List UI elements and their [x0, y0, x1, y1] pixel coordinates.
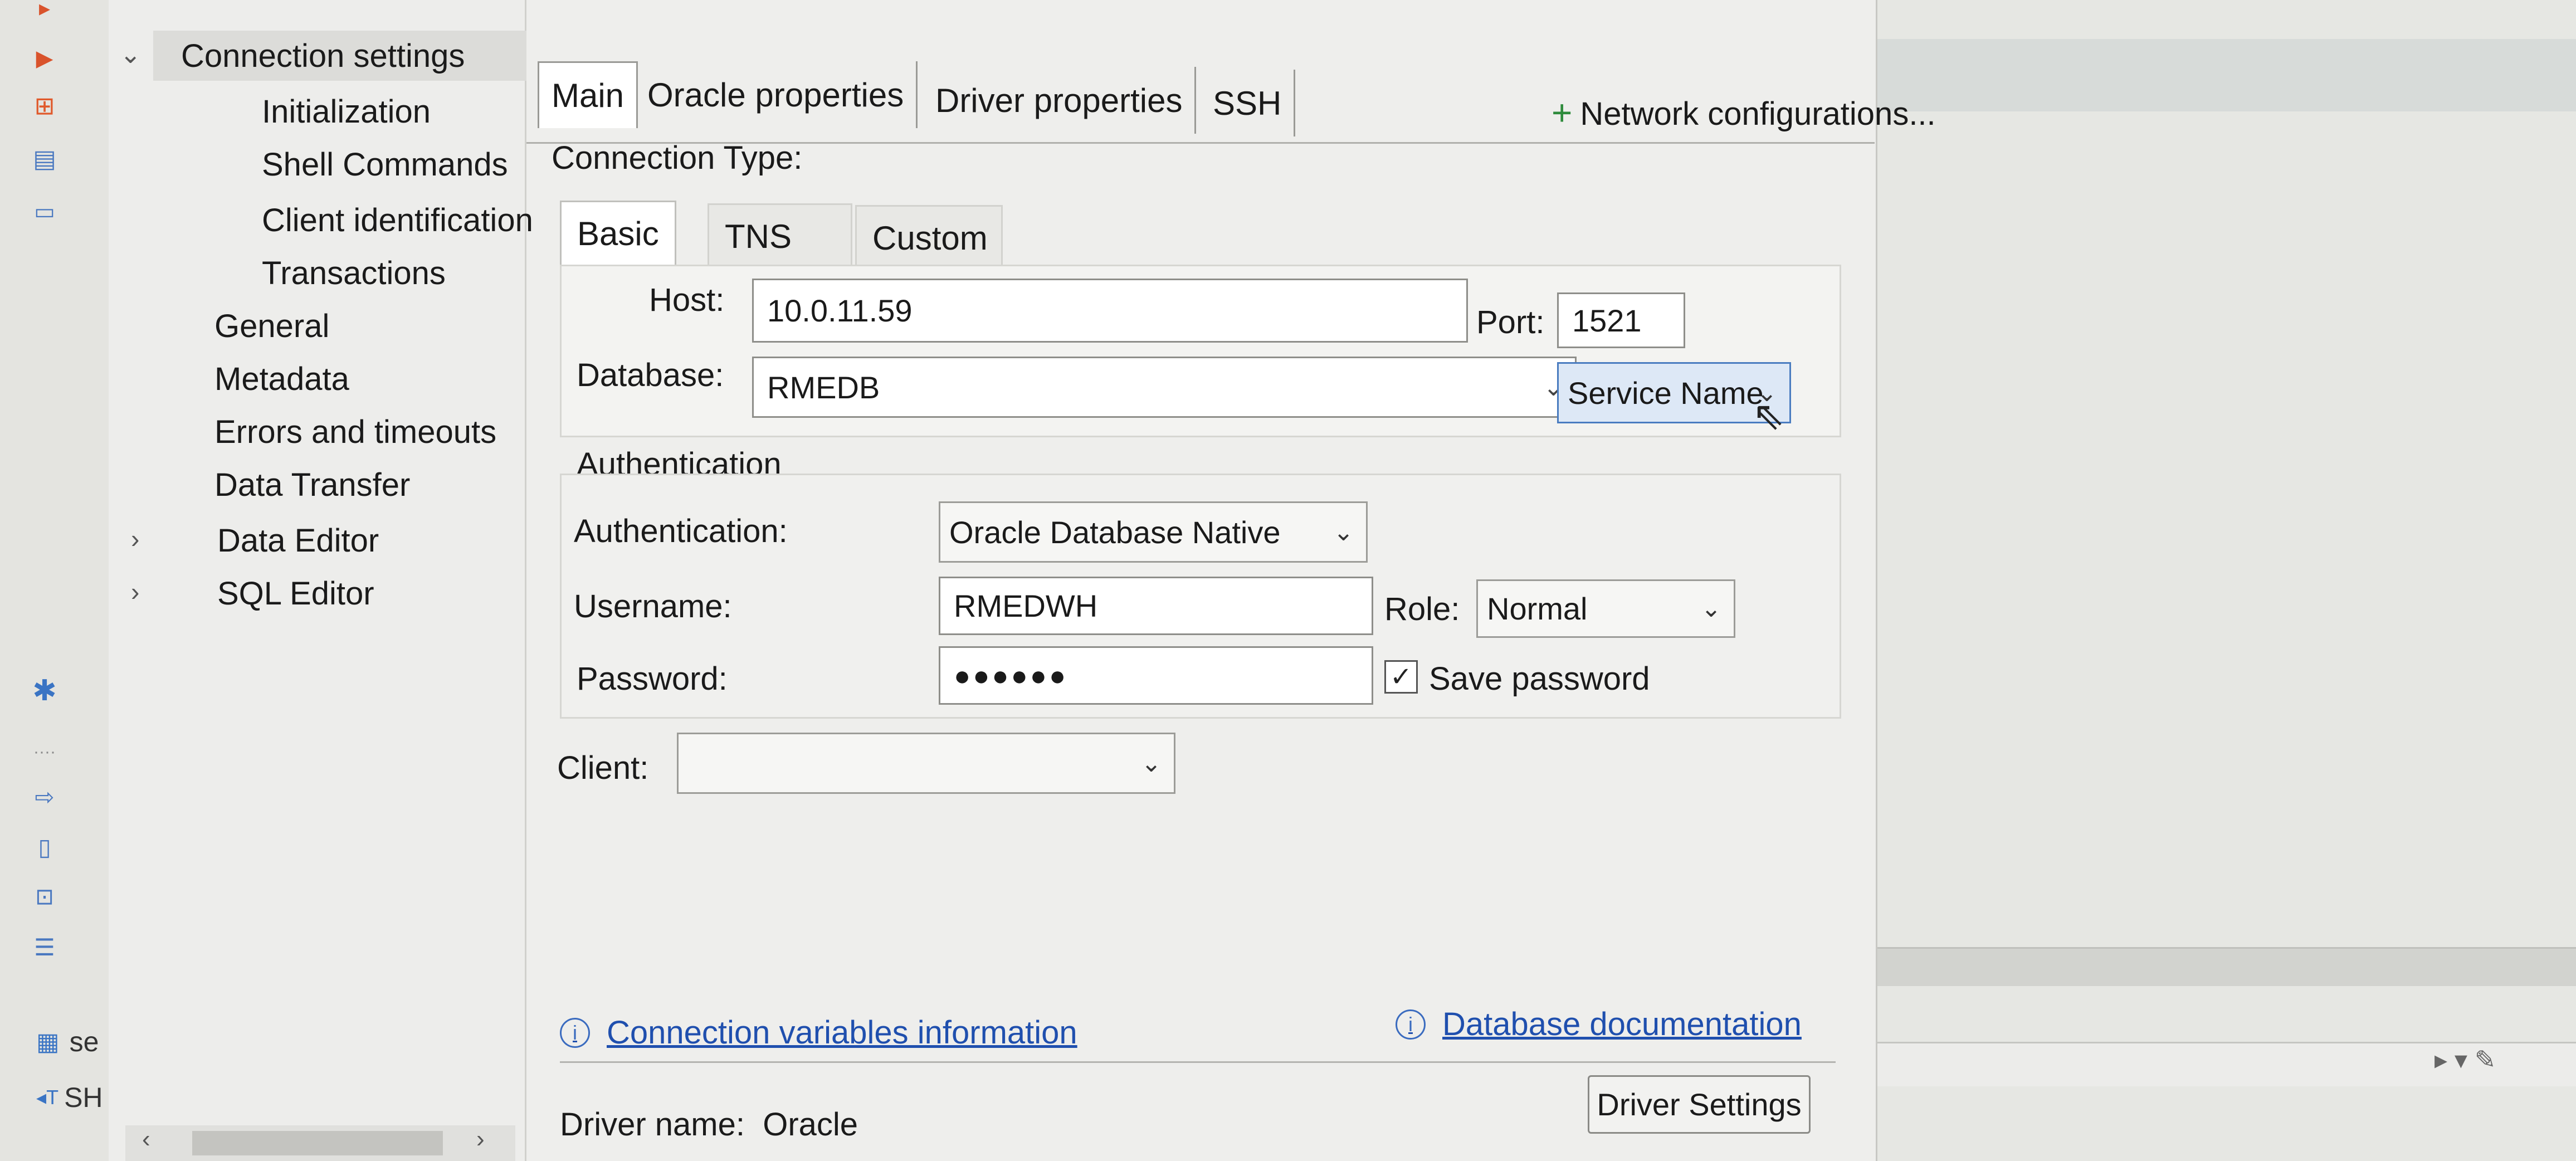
scrollbar-thumb[interactable] [192, 1131, 443, 1155]
nav-item-shell-commands[interactable]: Shell Commands [262, 139, 508, 189]
settings-nav-tree: ⌄ Connection settings Initialization She… [109, 0, 533, 1161]
password-label: Password: [577, 661, 728, 697]
subtab-custom[interactable]: Custom [855, 205, 1003, 269]
editor-toolbar-band [1877, 39, 2576, 111]
nav-item-connection-settings[interactable]: Connection settings [153, 31, 526, 81]
checkmark-icon: ✓ [1389, 662, 1413, 692]
scroll-right-icon[interactable]: › [476, 1125, 485, 1153]
execute-icon[interactable]: ▶ [28, 42, 61, 75]
panel-tab-se[interactable]: ▦ se [36, 1019, 120, 1064]
chevron-down-icon[interactable]: ⌄ [120, 39, 142, 69]
chevron-right-icon[interactable]: › [131, 577, 139, 607]
nav-item-transactions[interactable]: Transactions [262, 248, 446, 298]
nav-item-data-transfer[interactable]: Data Transfer [214, 460, 410, 510]
export-icon[interactable]: ⇨ [28, 780, 61, 813]
port-input[interactable]: 1521 [1557, 292, 1685, 348]
separator-icon: ···· [33, 743, 56, 761]
script-icon[interactable]: ⊞ [28, 89, 61, 123]
connection-variables-link[interactable]: i Connection variables information [560, 1014, 1077, 1051]
results-panel-header [1850, 947, 2576, 986]
tab-driver-properties[interactable]: Driver properties [923, 67, 1197, 134]
info-icon: i [560, 1017, 590, 1048]
terminal-icon[interactable]: ▭ [28, 195, 61, 228]
subtab-basic[interactable]: Basic [560, 201, 676, 265]
role-label: Role: [1384, 591, 1460, 627]
editor-background [1877, 0, 2576, 1161]
mouse-cursor-icon: ⇖ [1752, 394, 1785, 437]
client-select[interactable]: ⌄ [677, 733, 1175, 794]
nav-item-metadata[interactable]: Metadata [214, 354, 349, 404]
outline-icon[interactable]: ☰ [28, 930, 61, 964]
save-password-checkbox[interactable]: ✓ [1384, 660, 1418, 694]
tab-ssh[interactable]: SSH [1201, 70, 1296, 136]
host-input[interactable]: 10.0.11.59 [752, 279, 1468, 343]
driver-name-label: Driver name: Oracle [560, 1106, 858, 1143]
nav-horizontal-scrollbar[interactable]: ‹ › [125, 1125, 515, 1161]
nav-item-initialization[interactable]: Initialization [262, 86, 431, 136]
username-input[interactable]: RMEDWH [939, 577, 1373, 635]
run-icon[interactable]: ▸ [28, 0, 61, 21]
database-documentation-link[interactable]: i Database documentation [1396, 1006, 1802, 1043]
filter-controls[interactable]: ▸ ▾ ✎ [2434, 1045, 2496, 1075]
authentication-label: Authentication: [574, 513, 788, 549]
table-icon: ▦ [36, 1028, 60, 1056]
port-label: Port: [1476, 304, 1545, 340]
variables-icon[interactable]: ⊡ [28, 880, 61, 914]
nav-item-general[interactable]: General [214, 301, 329, 351]
nav-item-client-identification[interactable]: Client identification [262, 195, 533, 245]
file-icon[interactable]: ▯ [28, 830, 61, 864]
subtab-tns[interactable]: TNS [708, 203, 852, 267]
nav-item-errors-and-timeouts[interactable]: Errors and timeouts [214, 407, 496, 457]
role-select[interactable]: Normal ⌄ [1476, 579, 1735, 638]
nav-item-sql-editor[interactable]: SQL Editor [217, 568, 374, 618]
database-input[interactable]: RMEDB ⌄ [752, 357, 1577, 418]
connection-type-label: Connection Type: [552, 140, 803, 176]
chevron-down-icon: ⌄ [1333, 518, 1354, 546]
tab-main[interactable]: Main [538, 61, 638, 128]
info-icon: i [1396, 1009, 1426, 1040]
password-input[interactable]: ●●●●●● [939, 646, 1373, 705]
nav-item-data-editor[interactable]: Data Editor [217, 515, 379, 565]
database-label: Database: [577, 357, 724, 393]
document-icon[interactable]: ▤ [28, 142, 61, 175]
gear-icon[interactable]: ✱ [28, 674, 61, 708]
scroll-left-icon[interactable]: ‹ [142, 1125, 150, 1153]
chevron-down-icon: ⌄ [1141, 749, 1162, 777]
host-label: Host: [649, 282, 725, 318]
panel-tab-sh[interactable]: ◂T SH [36, 1075, 120, 1120]
network-configurations-button[interactable]: + Network configurations... [1552, 92, 1936, 133]
client-label: Client: [557, 750, 649, 786]
authentication-select[interactable]: Oracle Database Native ⌄ [939, 501, 1368, 563]
connection-dialog: ⌄ Connection settings Initialization She… [109, 0, 1936, 1161]
save-password-label: Save password [1429, 661, 1650, 697]
main-panel: Main Oracle properties Driver properties… [526, 0, 1936, 1161]
chevron-right-icon[interactable]: › [131, 524, 139, 554]
driver-name-value: Oracle [763, 1106, 858, 1143]
chevron-down-icon: ⌄ [1701, 595, 1721, 622]
username-label: Username: [574, 588, 732, 625]
plus-icon: + [1552, 92, 1573, 133]
left-toolbar: ▸ ▶ ⊞ ▤ ▭ ✱ ···· ⇨ ▯ ⊡ ☰ ▦ se ◂T SH [0, 0, 109, 1161]
tab-oracle-properties[interactable]: Oracle properties [635, 61, 918, 128]
shell-icon: ◂T [36, 1086, 59, 1109]
driver-settings-button[interactable]: Driver Settings [1588, 1075, 1811, 1134]
links-divider [560, 1061, 1836, 1063]
